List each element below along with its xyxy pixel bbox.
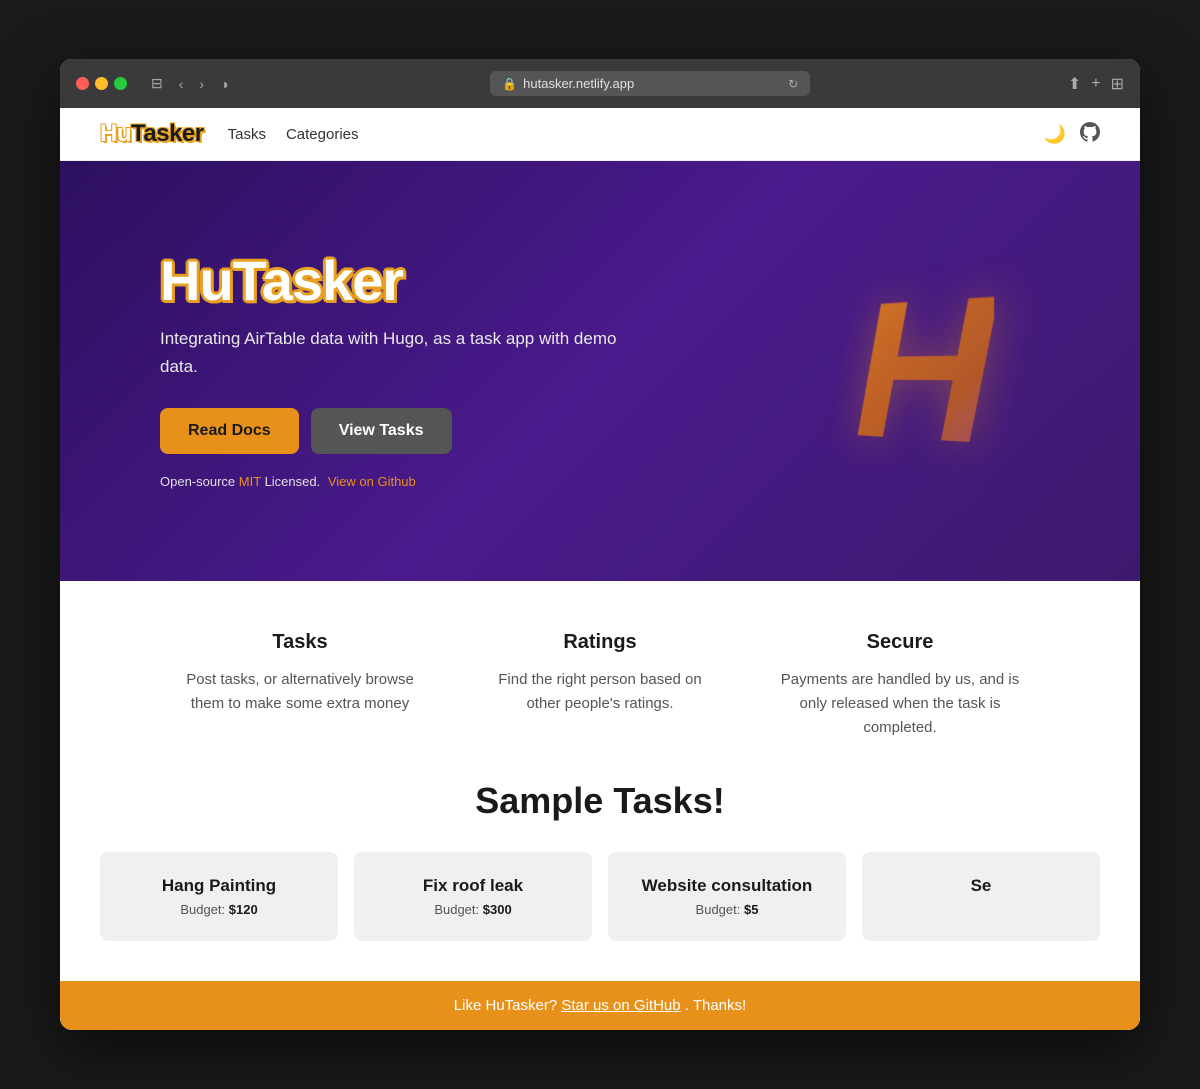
hero-content: HuTasker Integrating AirTable data with …: [160, 253, 640, 488]
browser-window: ⊟ ‹ › ◑ 🔒 hutasker.netlify.app ↻ ⬆ + ⊞ H…: [60, 59, 1140, 1030]
hero-section: HuTasker Integrating AirTable data with …: [60, 161, 1140, 581]
task-card-website[interactable]: Website consultation Budget: $5: [608, 852, 846, 941]
feature-tasks-desc: Post tasks, or alternatively browse them…: [180, 668, 420, 716]
nav-links: Tasks Categories: [228, 126, 1020, 143]
github-nav-icon[interactable]: [1080, 122, 1100, 147]
hero-subtitle: Integrating AirTable data with Hugo, as …: [160, 325, 640, 379]
task-name-website: Website consultation: [628, 876, 826, 896]
task-name-partial: Se: [882, 876, 1080, 896]
browser-actions: ⬆ + ⊞: [1068, 74, 1124, 94]
nav-actions: 🌙: [1044, 122, 1100, 147]
site-logo[interactable]: HuTasker: [100, 120, 204, 148]
view-tasks-button[interactable]: View Tasks: [311, 408, 452, 454]
site-wrapper: HuTasker Tasks Categories 🌙 HuTasker Int…: [60, 108, 1140, 1030]
grid-icon[interactable]: ⊞: [1111, 74, 1124, 94]
footer-github-link[interactable]: Star us on GitHub: [561, 997, 680, 1014]
feature-ratings-title: Ratings: [480, 631, 720, 654]
logo-tasker: Tasker: [131, 120, 204, 147]
feature-secure: Secure Payments are handled by us, and i…: [750, 631, 1050, 740]
license-mid: Licensed.: [265, 474, 321, 489]
github-link[interactable]: View on Github: [328, 474, 416, 489]
features-section: Tasks Post tasks, or alternatively brows…: [60, 581, 1140, 760]
nav-categories[interactable]: Categories: [286, 126, 359, 143]
traffic-lights: [76, 77, 127, 90]
feature-ratings: Ratings Find the right person based on o…: [450, 631, 750, 740]
address-bar-wrap: 🔒 hutasker.netlify.app ↻: [245, 71, 1056, 96]
feature-secure-desc: Payments are handled by us, and is only …: [780, 668, 1020, 740]
tasks-grid: Hang Painting Budget: $120 Fix roof leak…: [100, 852, 1100, 941]
card-fade-overlay: [1060, 852, 1100, 941]
footer-text-after: . Thanks!: [685, 997, 746, 1014]
maximize-button[interactable]: [114, 77, 127, 90]
site-footer: Like HuTasker? Star us on GitHub . Thank…: [60, 981, 1140, 1030]
hero-license: Open-source MIT Licensed. View on Github: [160, 474, 640, 489]
feature-ratings-desc: Find the right person based on other peo…: [480, 668, 720, 716]
read-docs-button[interactable]: Read Docs: [160, 408, 299, 454]
nav-tasks[interactable]: Tasks: [228, 126, 266, 143]
task-card-partial[interactable]: Se: [862, 852, 1100, 941]
close-button[interactable]: [76, 77, 89, 90]
feature-tasks-title: Tasks: [180, 631, 420, 654]
dark-mode-icon[interactable]: 🌙: [1044, 124, 1066, 145]
browser-chrome: ⊟ ‹ › ◑ 🔒 hutasker.netlify.app ↻ ⬆ + ⊞: [60, 59, 1140, 108]
sample-tasks-title: Sample Tasks!: [100, 780, 1100, 822]
new-tab-icon[interactable]: +: [1091, 75, 1100, 93]
browser-controls: ⊟ ‹ › ◑: [147, 73, 233, 94]
footer-text-before: Like HuTasker?: [454, 997, 557, 1014]
site-nav: HuTasker Tasks Categories 🌙: [60, 108, 1140, 161]
sidebar-toggle-icon[interactable]: ⊟: [147, 73, 167, 94]
task-name-hang-painting: Hang Painting: [120, 876, 318, 896]
feature-secure-title: Secure: [780, 631, 1020, 654]
task-budget-hang-painting: Budget: $120: [120, 902, 318, 917]
logo-hu: Hu: [100, 120, 131, 147]
mit-link[interactable]: MIT: [239, 474, 261, 489]
back-icon[interactable]: ‹: [175, 74, 188, 94]
sample-tasks-section: Sample Tasks! Hang Painting Budget: $120…: [60, 760, 1140, 981]
forward-icon[interactable]: ›: [195, 74, 208, 94]
address-bar[interactable]: 🔒 hutasker.netlify.app ↻: [490, 71, 810, 96]
task-budget-fix-roof: Budget: $300: [374, 902, 572, 917]
task-card-hang-painting[interactable]: Hang Painting Budget: $120: [100, 852, 338, 941]
features-grid: Tasks Post tasks, or alternatively brows…: [150, 631, 1050, 740]
lock-icon: 🔒: [502, 77, 517, 91]
hero-h-graphic: H: [854, 248, 994, 493]
hero-logo: HuTasker: [160, 253, 640, 309]
shield-icon: ◑: [216, 74, 232, 94]
url-text: hutasker.netlify.app: [523, 76, 634, 91]
task-budget-website: Budget: $5: [628, 902, 826, 917]
task-card-fix-roof[interactable]: Fix roof leak Budget: $300: [354, 852, 592, 941]
share-icon[interactable]: ⬆: [1068, 74, 1081, 94]
feature-tasks: Tasks Post tasks, or alternatively brows…: [150, 631, 450, 740]
refresh-icon[interactable]: ↻: [788, 77, 798, 91]
hero-buttons: Read Docs View Tasks: [160, 408, 640, 454]
task-name-fix-roof: Fix roof leak: [374, 876, 572, 896]
hero-illustration: H: [760, 221, 1080, 521]
minimize-button[interactable]: [95, 77, 108, 90]
license-text: Open-source: [160, 474, 235, 489]
